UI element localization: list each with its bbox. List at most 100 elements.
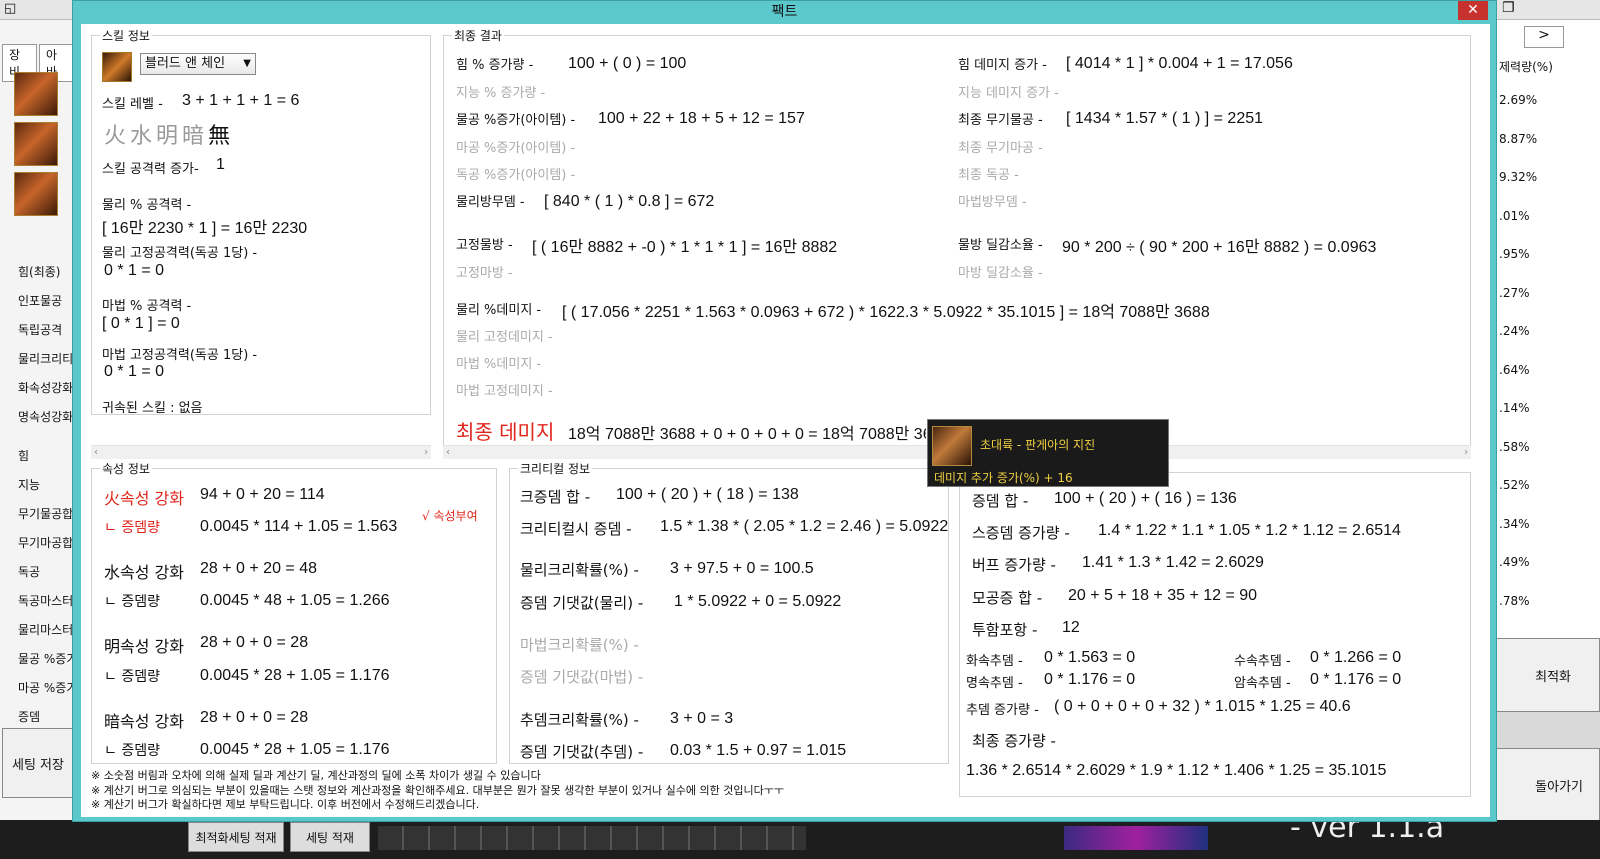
skill-info-group: 스킬 정보 블러드 앤 체인 ▼ 스킬 레벨 - 3 + 1 + 1 + 1 =… <box>91 27 431 416</box>
mag-fixed-label: 마법 고정공격력(독공 1당) - <box>102 348 258 363</box>
efficiency-value: .14% <box>1499 401 1530 415</box>
add-crit-rate-label: 추뎀크리확률(%) - <box>520 711 639 729</box>
scroll-right-icon[interactable]: › <box>424 446 428 460</box>
skill-icon <box>102 52 132 82</box>
phys-pct-label: 물리 % 공격력 - <box>102 198 192 213</box>
str-dmg-label: 힘 데미지 증가 - <box>958 58 1047 73</box>
phys-expect-label: 증뎀 기댓값(물리) - <box>520 594 644 612</box>
skill-dmg-value: 1.4 * 1.22 * 1.1 * 1.05 * 1.2 * 1.12 = 2… <box>1098 522 1401 539</box>
efficiency-value: .49% <box>1499 555 1530 569</box>
dark-enhance-label: 暗속성 강화 <box>104 712 184 731</box>
save-setting-button[interactable]: 세팅 저장 <box>2 728 74 798</box>
dark-add-value: 0 * 1.176 = 0 <box>1310 671 1402 688</box>
skill-atk-value: 1 <box>216 156 225 173</box>
equipment-slot-icon[interactable] <box>14 172 58 216</box>
go-back-button[interactable]: 돌아가기 <box>1496 748 1600 822</box>
phys-fixed-dmg-label: 물리 고정데미지 - <box>456 330 553 345</box>
mag-item-label: 마공 %증가(아이템) - <box>456 141 576 156</box>
light-add-value: 0 * 1.176 = 0 <box>1044 671 1136 688</box>
stat-label: 물리마스터 <box>18 623 74 637</box>
stat-list-top: 힘(최종) 인포물공 독립공격 물리크리티 화속성강화 명속성강화 <box>6 258 74 432</box>
dark-enhance-value: 28 + 0 + 0 = 28 <box>200 709 309 726</box>
stat-label: 독공 <box>18 565 41 579</box>
efficiency-value: .52% <box>1499 478 1530 492</box>
light-dmg-label: ㄴ 증뎀량 <box>104 669 160 685</box>
scroll-left-icon[interactable]: ‹ <box>446 446 450 460</box>
efficiency-value: .01% <box>1499 208 1530 223</box>
skill-info-scrollbar[interactable]: ‹ › <box>91 445 431 459</box>
mag-pct-value: [ 0 * 1 ] = 0 <box>102 315 180 332</box>
buff-label: 버프 증가량 - <box>972 556 1056 574</box>
efficiency-value: 9.32% <box>1499 170 1538 184</box>
stat-label: 명속성강화 <box>18 410 74 424</box>
notes: ※ 소숫점 버림과 오차에 의해 실제 딜과 계산기 딜, 계산과정의 딜에 소… <box>91 769 784 813</box>
dark-dmg-value: 0.0045 * 28 + 1.05 = 1.176 <box>200 741 390 758</box>
water-add-label: 수속추뎀 - <box>1234 654 1291 669</box>
background-left-panel: 장비 아바 힘(최종) 인포물공 독립공격 물리크리티 화속성강화 명속성강화 … <box>0 20 75 840</box>
scroll-right-icon[interactable]: › <box>1464 446 1468 460</box>
water-dmg-value: 0.0045 * 48 + 1.05 = 1.266 <box>200 592 390 609</box>
element-info-group: 속성 정보 火속성 강화 94 + 0 + 20 = 114 ㄴ 증뎀량 0.0… <box>91 460 497 764</box>
mag-expect-label: 증뎀 기댓값(마법) - <box>520 668 644 686</box>
element-none: 無 <box>208 124 235 149</box>
fire-dmg-label: ㄴ 증뎀량 <box>104 520 160 536</box>
phys-crit-rate-value: 3 + 97.5 + 0 = 100.5 <box>670 560 814 577</box>
stat-label: 물공 %증가 <box>18 652 74 666</box>
ind-item-label: 독공 %증가(아이템) - <box>456 168 576 183</box>
item-slot-strip <box>378 826 806 850</box>
all-atk-label: 모공증 합 - <box>972 589 1043 607</box>
equipment-slot-icon[interactable] <box>14 72 58 116</box>
skill-dmg-label: 스증뎀 증가량 - <box>972 524 1070 542</box>
stat-label: 독공마스터 <box>18 594 74 608</box>
phys-pct-value: [ 16만 2230 * 1 ] = 16만 2230 <box>102 220 308 237</box>
water-add-value: 0 * 1.266 = 0 <box>1310 649 1402 666</box>
close-button[interactable]: ✕ <box>1458 1 1488 20</box>
dark-add-label: 암속추뎀 - <box>1234 676 1291 691</box>
stat-label: 마공 %증가 <box>18 681 74 695</box>
equipment-slot-icon[interactable] <box>14 122 58 166</box>
scroll-left-icon[interactable]: ‹ <box>94 446 98 460</box>
note-line: ※ 계산기 버그가 확실하다면 제보 부탁드립니다. 이후 버전에서 수정해드리… <box>91 798 480 811</box>
load-optimized-setting-button[interactable]: 최적화세팅 적재 <box>188 822 284 852</box>
optimize-button[interactable]: 최적화 <box>1496 638 1600 712</box>
final-weapon-mag-label: 최종 무기마공 - <box>958 141 1043 156</box>
window-client: 스킬 정보 블러드 앤 체인 ▼ 스킬 레벨 - 3 + 1 + 1 + 1 =… <box>81 24 1490 817</box>
load-setting-button[interactable]: 세팅 적재 <box>290 822 370 852</box>
phys-def-value: [ 840 * ( 1 ) * 0.8 ] = 672 <box>544 193 715 210</box>
mag-fixed-value: 0 * 1 = 0 <box>104 363 165 380</box>
skill-level-label: 스킬 레벨 - <box>102 97 163 112</box>
dark-dmg-label: ㄴ 증뎀량 <box>104 743 160 759</box>
fact-window: 팩트 ✕ 스킬 정보 블러드 앤 체인 ▼ 스킬 레벨 - 3 + 1 + 1 … <box>72 0 1497 822</box>
attr-given-label[interactable]: √ 속성부여 <box>422 507 478 524</box>
element-fire: 火 <box>104 124 131 149</box>
stat-label: 지능 <box>18 478 41 492</box>
skill-select[interactable]: 블러드 앤 체인 ▼ <box>140 53 256 75</box>
element-water: 水 <box>130 124 157 149</box>
restore-icon[interactable]: ❐ <box>1502 0 1515 16</box>
efficiency-value: .64% <box>1499 362 1530 377</box>
skill-info-legend: 스킬 정보 <box>100 27 152 44</box>
stat-label: 독립공격 <box>18 323 63 337</box>
pierce-value: 12 <box>1062 619 1080 636</box>
stat-label: 무기마공합 <box>18 536 74 550</box>
skill-level-value: 3 + 1 + 1 + 1 = 6 <box>182 92 300 109</box>
efficiency-value: 8.87% <box>1499 131 1538 146</box>
window-title: 팩트 <box>771 4 798 20</box>
next-button[interactable]: > <box>1524 26 1564 48</box>
phys-def-label: 물리방무뎀 - <box>456 195 525 210</box>
water-dmg-label: ㄴ 증뎀량 <box>104 594 160 610</box>
light-add-label: 명속추뎀 - <box>966 676 1023 691</box>
dmg-sum-value: 100 + ( 20 ) + ( 16 ) = 136 <box>1054 490 1237 507</box>
tooltip-item-name: 초대륙 - 판게아의 지진 <box>980 438 1096 452</box>
dmg-sum-label: 증뎀 합 - <box>972 492 1029 510</box>
damage-info-group: 증뎀 합 - 100 + ( 20 ) + ( 16 ) = 136 스증뎀 증… <box>959 472 1471 797</box>
fixed-phys-label: 고정물방 - <box>456 238 513 253</box>
skill-select-value: 블러드 앤 체인 <box>145 56 226 71</box>
efficiency-value: .24% <box>1499 324 1530 338</box>
element-row: 火水明暗無 <box>104 118 234 150</box>
final-damage-value: 18억 7088만 3688 + 0 + 0 + 0 + 0 = 18억 708… <box>568 426 926 443</box>
phys-item-value: 100 + 22 + 18 + 5 + 12 = 157 <box>598 110 805 127</box>
efficiency-value: .95% <box>1499 247 1530 261</box>
stat-label: 인포물공 <box>18 294 63 308</box>
crit-dmg-label: 크리티컬시 증뎀 - <box>520 520 632 538</box>
